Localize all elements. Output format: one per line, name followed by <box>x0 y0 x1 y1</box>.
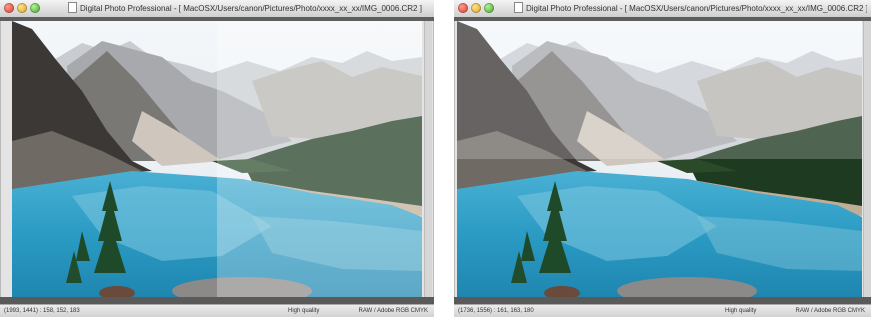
vertical-scrollbar[interactable] <box>863 21 871 297</box>
pixel-readout: (1993, 1441) : 158, 152, 183 <box>4 308 80 314</box>
document-icon <box>68 2 78 13</box>
bottom-strip <box>0 297 434 304</box>
image-viewport[interactable] <box>12 21 422 297</box>
window-title: Digital Photo Professional - [ MacOSX/Us… <box>514 2 867 15</box>
title-bar[interactable]: Digital Photo Professional - [ MacOSX/Us… <box>0 0 434 18</box>
zoom-button[interactable] <box>30 3 40 13</box>
zoom-button[interactable] <box>484 3 494 13</box>
landscape-photo <box>12 21 422 297</box>
landscape-photo <box>457 21 862 297</box>
format-label: RAW / Adobe RGB CMYK <box>358 308 428 314</box>
window-title-text: Digital Photo Professional - [ MacOSX/Us… <box>526 4 867 13</box>
status-bar: (1993, 1441) : 158, 152, 183 High qualit… <box>0 304 434 317</box>
status-bar: (1736, 1556) : 161, 163, 180 High qualit… <box>454 304 871 317</box>
vertical-scrollbar[interactable] <box>424 21 432 297</box>
title-bar[interactable]: Digital Photo Professional - [ MacOSX/Us… <box>454 0 871 18</box>
minimize-button[interactable] <box>471 3 481 13</box>
window-title: Digital Photo Professional - [ MacOSX/Us… <box>60 2 430 15</box>
quality-label: High quality <box>725 308 757 314</box>
close-button[interactable] <box>4 3 14 13</box>
pixel-readout: (1736, 1556) : 161, 163, 180 <box>458 308 534 314</box>
window-title-text: Digital Photo Professional - [ MacOSX/Us… <box>80 4 422 13</box>
photo-window-right: Digital Photo Professional - [ MacOSX/Us… <box>454 0 871 317</box>
quality-label: High quality <box>288 308 320 314</box>
format-label: RAW / Adobe RGB CMYK <box>795 308 865 314</box>
bottom-strip <box>454 297 871 304</box>
minimize-button[interactable] <box>17 3 27 13</box>
document-icon <box>514 2 523 13</box>
close-button[interactable] <box>458 3 468 13</box>
photo-window-left: Digital Photo Professional - [ MacOSX/Us… <box>0 0 434 317</box>
image-viewport[interactable] <box>457 21 862 297</box>
window-controls <box>4 3 40 13</box>
window-controls <box>458 3 494 13</box>
